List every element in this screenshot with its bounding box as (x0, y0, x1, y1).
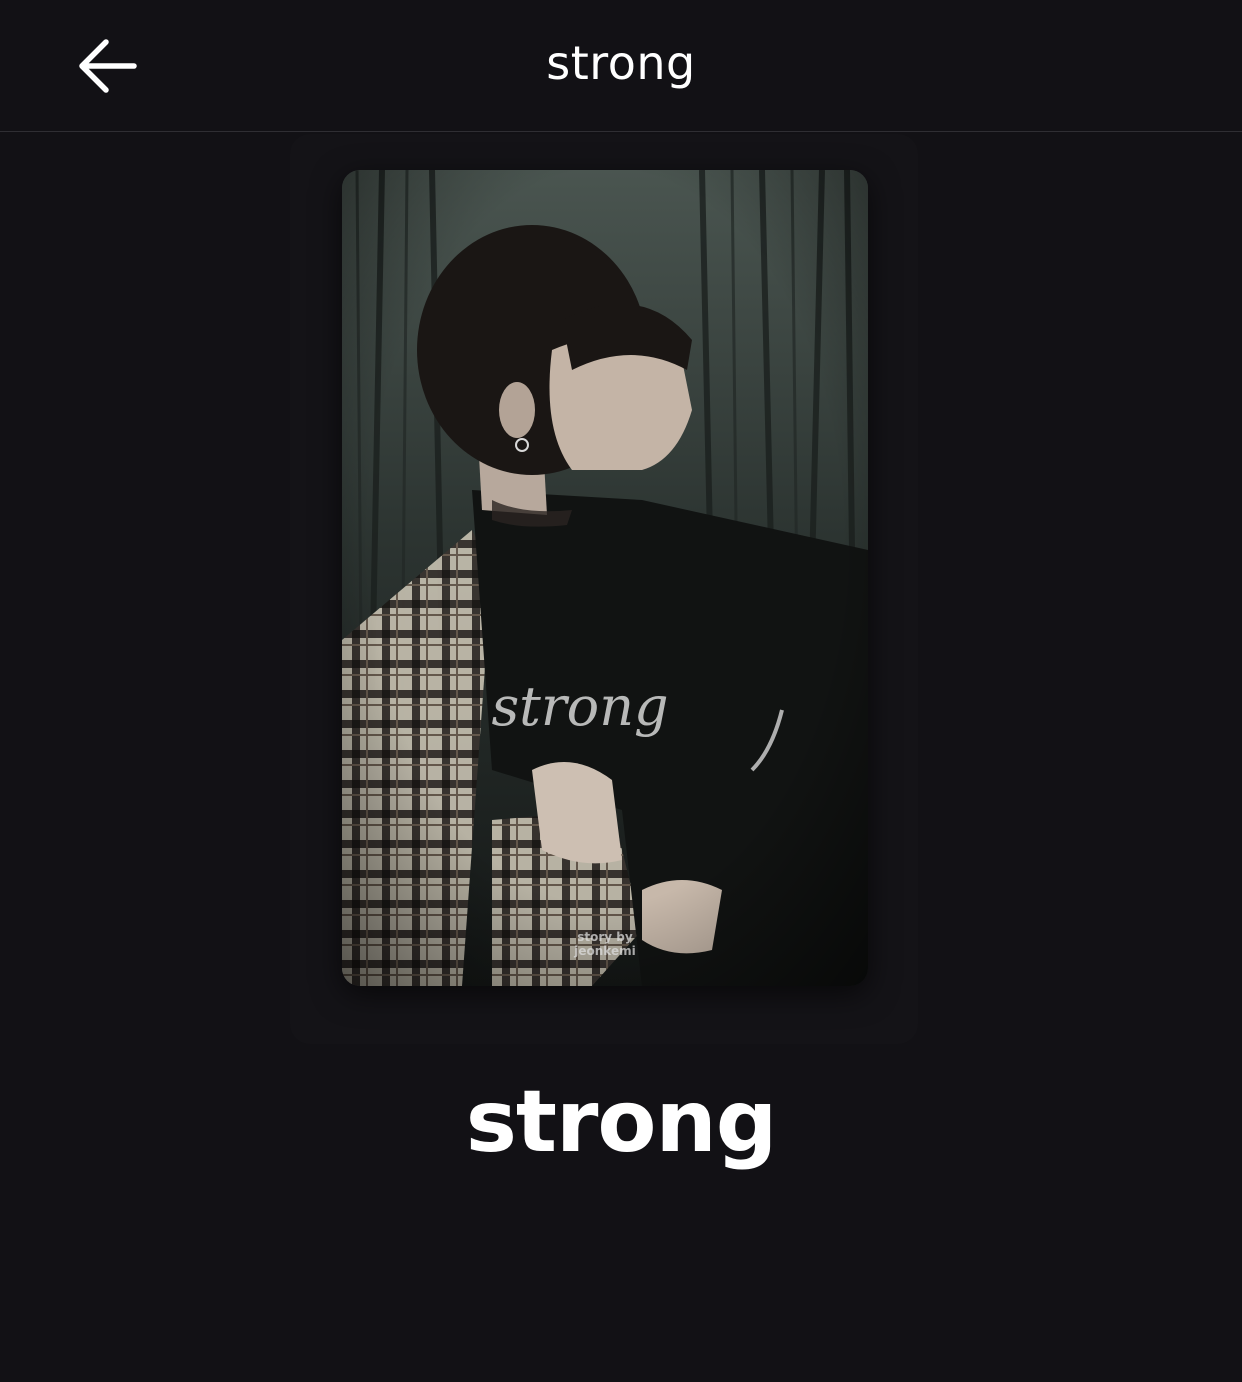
story-detail-screen: strong story by jeonkemi strong (0, 0, 1242, 1382)
header-title: strong (546, 36, 696, 90)
cover-credit-line1: story by (577, 930, 633, 944)
cover-credit: story by jeonkemi (342, 930, 868, 958)
cover-artwork: strong (342, 170, 868, 986)
top-navigation-bar: strong (0, 0, 1242, 132)
story-title: strong (465, 1072, 778, 1172)
cover-credit-line2: jeonkemi (574, 944, 636, 958)
story-cover-image[interactable]: strong story by jeonkemi (342, 170, 868, 986)
